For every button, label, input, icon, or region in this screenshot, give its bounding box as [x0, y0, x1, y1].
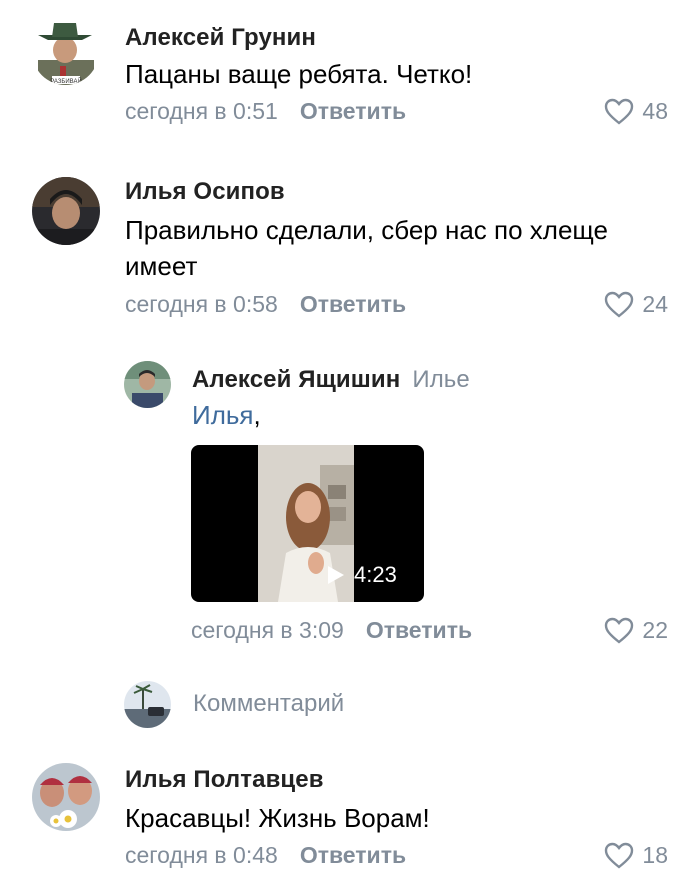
comment-author[interactable]: Илья Полтавцев: [125, 766, 324, 794]
comment-text: Пацаны ваще ребята. Четко!: [125, 59, 473, 89]
like-count: 24: [642, 291, 668, 317]
reply-button[interactable]: Ответить: [300, 291, 406, 317]
comment-time: сегодня в 0:58: [125, 291, 278, 317]
like-button[interactable]: 22: [604, 617, 668, 644]
comment-author[interactable]: Алексей Ящишин Илье: [192, 366, 470, 394]
avatar[interactable]: [32, 763, 100, 831]
play-icon: [328, 566, 344, 584]
avatar[interactable]: РАЗБИВАЙ: [32, 18, 99, 85]
video-duration-text: 4:23: [354, 562, 397, 587]
reply-to[interactable]: Илье: [412, 366, 470, 393]
comment-meta: сегодня в 0:58 Ответить: [125, 291, 406, 318]
heart-icon: [605, 291, 634, 318]
comment-time: сегодня в 0:48: [125, 842, 278, 868]
avatar[interactable]: [124, 361, 171, 408]
comment-time: сегодня в 3:09: [191, 617, 344, 643]
like-button[interactable]: 48: [604, 98, 668, 125]
video-duration: 4:23: [326, 562, 397, 588]
reply-button[interactable]: Ответить: [300, 98, 406, 124]
like-button[interactable]: 18: [604, 842, 668, 869]
like-count: 18: [642, 842, 668, 868]
mention-link[interactable]: Илья: [192, 400, 253, 430]
like-button[interactable]: 24: [604, 291, 668, 318]
comment-text: Илья,: [192, 397, 700, 433]
comment-text: Правильно сделали, сбер нас по хлеще име…: [125, 215, 608, 281]
like-count: 48: [642, 98, 668, 124]
current-user-avatar: [124, 681, 171, 728]
author-name[interactable]: Алексей Ящишин: [192, 366, 400, 393]
mention-suffix: ,: [253, 400, 261, 430]
heart-icon: [605, 617, 634, 644]
like-count: 22: [642, 617, 668, 643]
comment-meta: сегодня в 0:48 Ответить: [125, 842, 406, 869]
reply-button[interactable]: Ответить: [300, 842, 406, 868]
avatar-caption: РАЗБИВАЙ: [50, 77, 82, 85]
comment-input[interactable]: Комментарий: [193, 690, 344, 718]
comment-text: Красавцы! Жизнь Ворам!: [125, 803, 430, 833]
avatar[interactable]: [32, 177, 100, 245]
comment-author[interactable]: Илья Осипов: [125, 178, 285, 206]
heart-icon: [605, 842, 634, 869]
heart-icon: [605, 98, 634, 125]
comment-meta: сегодня в 0:51 Ответить: [125, 98, 406, 125]
comment-author[interactable]: Алексей Грунин: [125, 24, 316, 52]
comment-meta: сегодня в 3:09 Ответить: [191, 617, 472, 644]
comment-time: сегодня в 0:51: [125, 98, 278, 124]
reply-button[interactable]: Ответить: [366, 617, 472, 643]
